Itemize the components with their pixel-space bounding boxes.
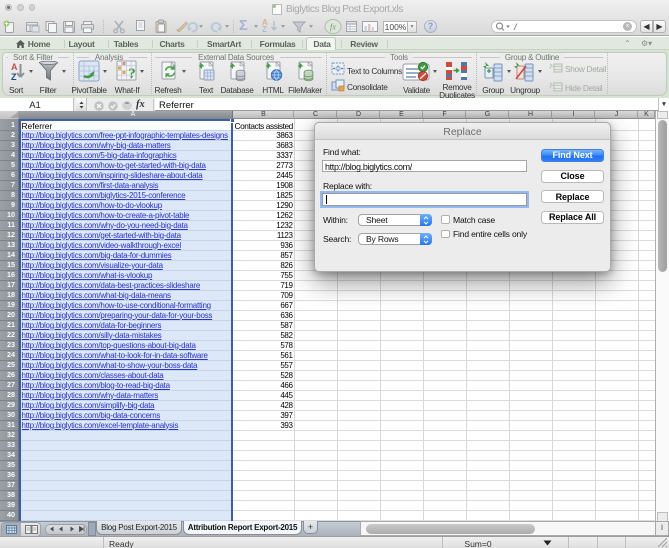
svg-text:Z: Z [11,72,17,82]
svg-text:?: ? [128,66,136,82]
svg-text:A: A [11,62,18,72]
svg-text:fx: fx [330,22,336,32]
